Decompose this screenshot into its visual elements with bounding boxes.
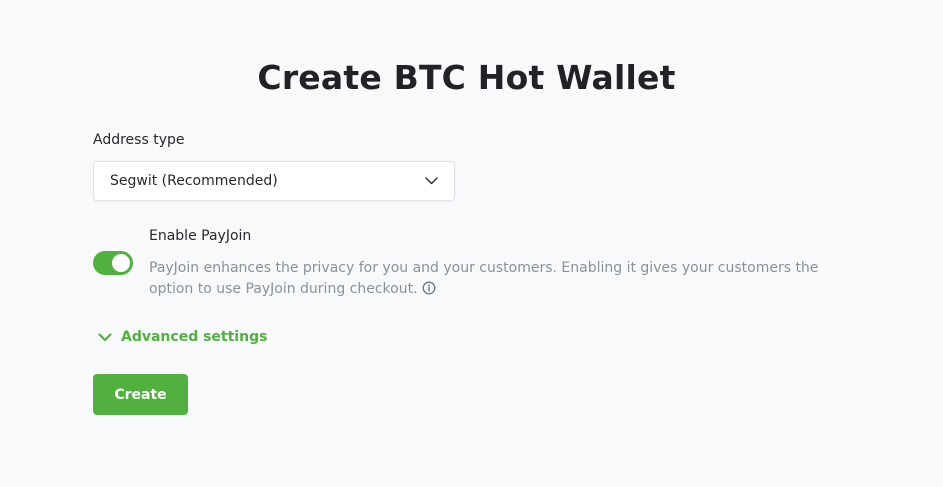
payjoin-title: Enable PayJoin [149,228,252,244]
payjoin-description: PayJoin enhances the privacy for you and… [149,258,849,300]
toggle-knob [112,254,130,272]
advanced-settings-label: Advanced settings [121,328,268,345]
info-icon[interactable] [422,281,436,295]
payjoin-toggle[interactable] [93,251,133,275]
page-title: Create BTC Hot Wallet [257,58,676,97]
create-wallet-page: Create BTC Hot Wallet Address type Segwi… [0,0,943,487]
address-type-selected-value: Segwit (Recommended) [110,173,278,189]
address-type-select[interactable]: Segwit (Recommended) [93,161,455,201]
chevron-down-icon [424,174,438,188]
payjoin-description-text: PayJoin enhances the privacy for you and… [149,260,819,297]
create-button[interactable]: Create [93,374,188,415]
advanced-settings-toggle[interactable]: Advanced settings [98,327,267,346]
chevron-down-icon [98,327,112,346]
address-type-label: Address type [93,132,185,148]
